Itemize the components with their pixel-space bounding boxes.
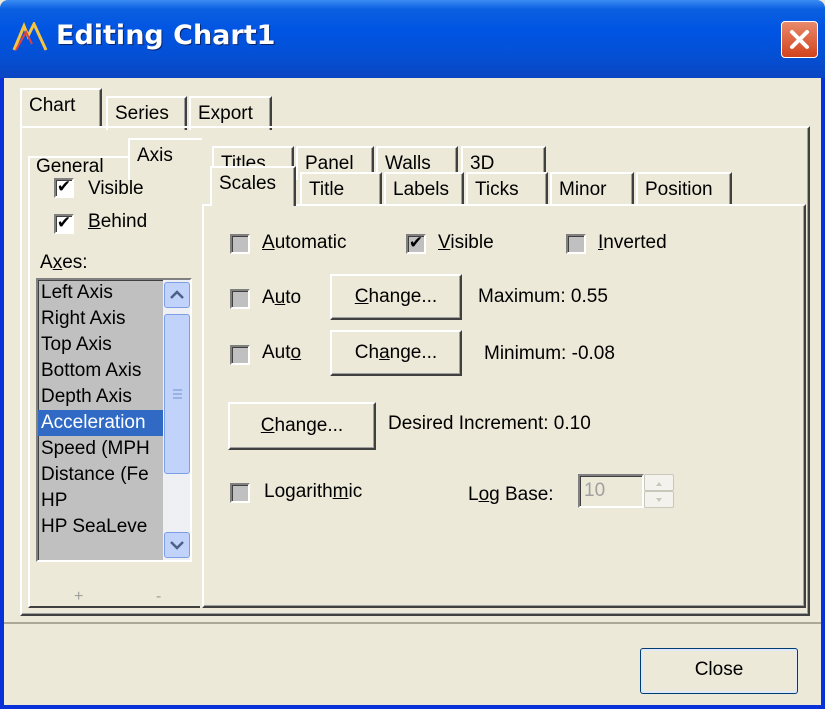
minimum-readout: Minimum: -0.08 [484, 343, 615, 364]
tab-ticks[interactable]: Ticks [466, 172, 548, 206]
logbase-label: Log Base: [468, 484, 554, 505]
remove-axis-button[interactable]: - [156, 588, 161, 606]
axes-scrollbar[interactable] [163, 280, 190, 560]
logarithmic-label: Logarithmic [264, 481, 363, 502]
axes-list-item[interactable]: Distance (Fe [38, 462, 163, 488]
inverted-label: Inverted [598, 232, 667, 253]
scroll-thumb[interactable] [164, 314, 190, 474]
auto-maximum-label: Auto [262, 287, 302, 308]
automatic-checkbox[interactable] [230, 234, 250, 254]
automatic-label: Automatic [262, 232, 347, 253]
logarithmic-checkbox[interactable] [230, 483, 250, 503]
tab-label: Labels [393, 179, 449, 200]
auto-minimum-checkbox[interactable] [230, 345, 250, 365]
axes-list-item[interactable]: Acceleration [38, 410, 163, 436]
axes-label: Axes: [40, 252, 88, 273]
axes-list-item[interactable]: Speed (MPH [38, 436, 163, 462]
tab-label: Series [115, 103, 169, 124]
scroll-down-button[interactable] [164, 532, 190, 558]
spin-up-button[interactable] [644, 474, 674, 491]
app-icon [12, 22, 48, 51]
check-icon: ✔ [56, 177, 72, 196]
increment-readout: Desired Increment: 0.10 [388, 413, 591, 434]
arrow-down-icon [656, 498, 662, 502]
grip-icon [173, 389, 182, 399]
tab-label: Title [309, 179, 345, 200]
auto-minimum-label: Auto [262, 342, 302, 363]
tab-label: Export [198, 103, 253, 124]
auto-maximum-checkbox[interactable] [230, 289, 250, 309]
tab-minor[interactable]: Minor [550, 172, 634, 206]
close-button[interactable]: Close [640, 648, 798, 694]
axes-list-item[interactable]: Left Axis [38, 280, 163, 306]
tab-label: Position [645, 179, 713, 200]
check-icon: ✔ [56, 213, 72, 232]
visible-checkbox[interactable]: ✔ [54, 178, 74, 198]
behind-label: Behind [88, 211, 148, 232]
tab-scales[interactable]: Scales [210, 166, 296, 206]
axis-visible-checkbox[interactable]: ✔ [406, 234, 426, 254]
tab-position[interactable]: Position [636, 172, 732, 206]
tab-chart[interactable]: Chart [20, 88, 102, 126]
behind-checkbox[interactable]: ✔ [54, 214, 74, 234]
tab-title[interactable]: Title [300, 172, 382, 206]
tab-label: Walls [385, 153, 431, 174]
spin-down-button[interactable] [644, 491, 674, 508]
axes-list-item[interactable]: Right Axis [38, 306, 163, 332]
tab-label: Axis [137, 145, 173, 166]
close-icon [790, 30, 809, 49]
footer-divider [4, 622, 821, 624]
axis-visible-label: Visible [438, 232, 494, 253]
axes-list-item[interactable]: Bottom Axis [38, 358, 163, 384]
window-title: Editing Chart1 [56, 20, 276, 51]
logbase-input[interactable]: 10 [578, 474, 644, 508]
scroll-up-button[interactable] [164, 282, 190, 308]
tab-axis[interactable]: Axis [128, 138, 202, 180]
tab-label: Panel [305, 153, 354, 174]
tab-label: Ticks [475, 179, 519, 200]
tab-label: 3D [470, 153, 495, 174]
tab-series[interactable]: Series [106, 96, 187, 130]
maximum-readout: Maximum: 0.55 [478, 286, 608, 307]
change-maximum-button[interactable]: Change... [330, 274, 462, 320]
check-icon: ✔ [408, 233, 424, 252]
logbase-spinner[interactable] [644, 474, 674, 508]
axes-list-item[interactable]: HP SeaLeve [38, 514, 163, 540]
chevron-up-icon [170, 290, 184, 299]
visible-label: Visible [88, 178, 144, 199]
tab-label: Minor [559, 179, 607, 200]
inverted-checkbox[interactable] [566, 234, 586, 254]
tab-export[interactable]: Export [189, 96, 272, 130]
arrow-up-icon [656, 482, 662, 486]
axes-list-item[interactable]: Top Axis [38, 332, 163, 358]
close-window-button[interactable] [781, 21, 818, 58]
tab-label: Scales [219, 173, 277, 194]
chevron-down-icon [170, 541, 184, 550]
tab-labels[interactable]: Labels [384, 172, 464, 206]
axes-list-item[interactable]: Depth Axis [38, 384, 163, 410]
axes-listbox[interactable]: Left Axis Right Axis Top Axis Bottom Axis De… [36, 278, 192, 562]
change-minimum-button[interactable]: Change... [330, 330, 462, 376]
axes-list-item[interactable]: HP [38, 488, 163, 514]
tab-label: Chart [29, 95, 76, 116]
add-axis-button[interactable]: + [74, 588, 83, 606]
change-increment-button[interactable]: Change... [228, 402, 376, 450]
